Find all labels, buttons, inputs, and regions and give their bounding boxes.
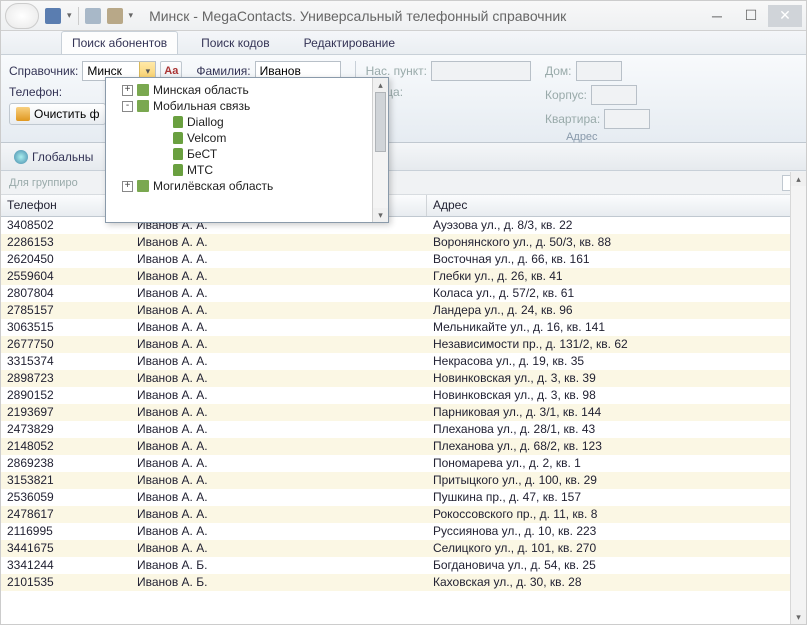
building-label: Корпус: [545, 88, 587, 102]
minimize-button[interactable]: ─ [700, 5, 734, 27]
tab-edit[interactable]: Редактирование [293, 31, 406, 54]
tree-item[interactable]: +Могилёвская область [108, 178, 370, 194]
global-button[interactable]: Глобальны [7, 147, 100, 167]
table-row[interactable]: 2286153Иванов А. А.Воронянского ул., д. … [1, 234, 806, 251]
table-row[interactable]: 3063515Иванов А. А.Мельникайте ул., д. 1… [1, 319, 806, 336]
tab-search-subscribers[interactable]: Поиск абонентов [61, 31, 178, 54]
flat-input[interactable] [604, 109, 650, 129]
main-scrollbar[interactable]: ▴ ▾ [790, 172, 806, 624]
table-row[interactable]: 2677750Иванов А. А.Независимости пр., д.… [1, 336, 806, 353]
window-buttons: ─ ☐ ✕ [700, 5, 802, 27]
table-row[interactable]: 2101535Иванов А. Б.Каховская ул., д. 30,… [1, 574, 806, 591]
scroll-up-icon[interactable]: ▴ [791, 172, 806, 186]
tree-item[interactable]: +Минская область [108, 82, 370, 98]
locality-input[interactable] [431, 61, 531, 81]
dropdown-scrollbar[interactable]: ▴ ▾ [372, 78, 388, 222]
folder-icon [173, 164, 183, 176]
table-row[interactable]: 2536059Иванов А. А.Пушкина пр., д. 47, к… [1, 489, 806, 506]
folder-icon [137, 100, 149, 112]
folder-icon [137, 180, 149, 192]
titlebar: ▾ ▾ Минск - MegaContacts. Универсальный … [1, 1, 806, 31]
qat-icon-2[interactable] [85, 8, 101, 24]
scroll-up-icon[interactable]: ▴ [373, 78, 388, 92]
separator [78, 7, 79, 25]
chevron-down-icon[interactable]: ▾ [67, 10, 72, 21]
table-row[interactable]: 2890152Иванов А. А.Новинковская ул., д. … [1, 387, 806, 404]
quick-access-toolbar: ▾ ▾ [45, 7, 133, 25]
col-address[interactable]: Адрес [427, 195, 806, 216]
scroll-thumb[interactable] [375, 92, 386, 152]
table-row[interactable]: 2898723Иванов А. А.Новинковская ул., д. … [1, 370, 806, 387]
tree-item[interactable]: Diallog [108, 114, 370, 130]
directory-label: Справочник: [9, 64, 78, 78]
table-row[interactable]: 2148052Иванов А. А.Плеханова ул., д. 68/… [1, 438, 806, 455]
table-row[interactable]: 2193697Иванов А. А.Парниковая ул., д. 3/… [1, 404, 806, 421]
table-row[interactable]: 3341244Иванов А. Б.Богдановича ул., д. 5… [1, 557, 806, 574]
table-row[interactable]: 2473829Иванов А. А.Плеханова ул., д. 28/… [1, 421, 806, 438]
globe-icon [14, 150, 28, 164]
qat-icon-3[interactable] [107, 8, 123, 24]
locality-label: Нас. пункт: [366, 64, 427, 78]
ribbon-tabs: Поиск абонентов Поиск кодов Редактирован… [1, 31, 806, 55]
table-row[interactable]: 2116995Иванов А. А.Руссиянова ул., д. 10… [1, 523, 806, 540]
table-row[interactable]: 3315374Иванов А. А.Некрасова ул., д. 19,… [1, 353, 806, 370]
tab-search-codes[interactable]: Поиск кодов [190, 31, 280, 54]
qat-icon-1[interactable] [45, 8, 61, 24]
maximize-button[interactable]: ☐ [734, 5, 768, 27]
flat-label: Квартира: [545, 112, 600, 126]
ribbon: Справочник: ▾ Aa Телефон: Очистить ф Фам… [1, 55, 806, 143]
window-title: Минск - MegaContacts. Универсальный теле… [143, 8, 700, 24]
house-label: Дом: [545, 64, 572, 78]
chevron-down-icon[interactable]: ▾ [129, 10, 134, 21]
collapse-icon[interactable]: - [122, 101, 133, 112]
table-row[interactable]: 2785157Иванов А. А.Ландера ул., д. 24, к… [1, 302, 806, 319]
expand-icon[interactable]: + [122, 181, 133, 192]
house-input[interactable] [576, 61, 622, 81]
table-row[interactable]: 3441675Иванов А. А.Селицкого ул., д. 101… [1, 540, 806, 557]
folder-icon [173, 148, 183, 160]
tree-item[interactable]: MTC [108, 162, 370, 178]
folder-icon [137, 84, 149, 96]
directory-dropdown: +Минская область-Мобильная связьDiallogV… [105, 77, 389, 223]
broom-icon [16, 107, 30, 121]
table-row[interactable]: 3153821Иванов А. А.Притыцкого ул., д. 10… [1, 472, 806, 489]
app-menu-button[interactable] [5, 3, 39, 29]
address-group: Нас. пункт: Улица: Дом: Корпус: Квартира… [355, 61, 798, 136]
table-row[interactable]: 2869238Иванов А. А.Пономарева ул., д. 2,… [1, 455, 806, 472]
tree-item[interactable]: Velcom [108, 130, 370, 146]
table-row[interactable]: 2478617Иванов А. А.Рокоссовского пр., д.… [1, 506, 806, 523]
clear-filter-button[interactable]: Очистить ф [9, 103, 106, 125]
scroll-down-icon[interactable]: ▾ [791, 610, 806, 624]
tree-item[interactable]: БеСТ [108, 146, 370, 162]
surname-label: Фамилия: [196, 64, 250, 78]
table-row[interactable]: 2807804Иванов А. А.Коласа ул., д. 57/2, … [1, 285, 806, 302]
tree-item[interactable]: -Мобильная связь [108, 98, 370, 114]
building-input[interactable] [591, 85, 637, 105]
folder-icon [173, 116, 183, 128]
phone-label: Телефон: [9, 85, 62, 99]
expand-icon[interactable]: + [122, 85, 133, 96]
close-button[interactable]: ✕ [768, 5, 802, 27]
scroll-down-icon[interactable]: ▾ [373, 208, 388, 222]
table-row[interactable]: 2559604Иванов А. А.Глебки ул., д. 26, кв… [1, 268, 806, 285]
table-row[interactable]: 2620450Иванов А. А.Восточная ул., д. 66,… [1, 251, 806, 268]
folder-icon [173, 132, 183, 144]
address-group-title: Адрес [366, 129, 798, 143]
grid-body[interactable]: 3408502Иванов А. А.Ауэзова ул., д. 8/3, … [1, 217, 806, 597]
